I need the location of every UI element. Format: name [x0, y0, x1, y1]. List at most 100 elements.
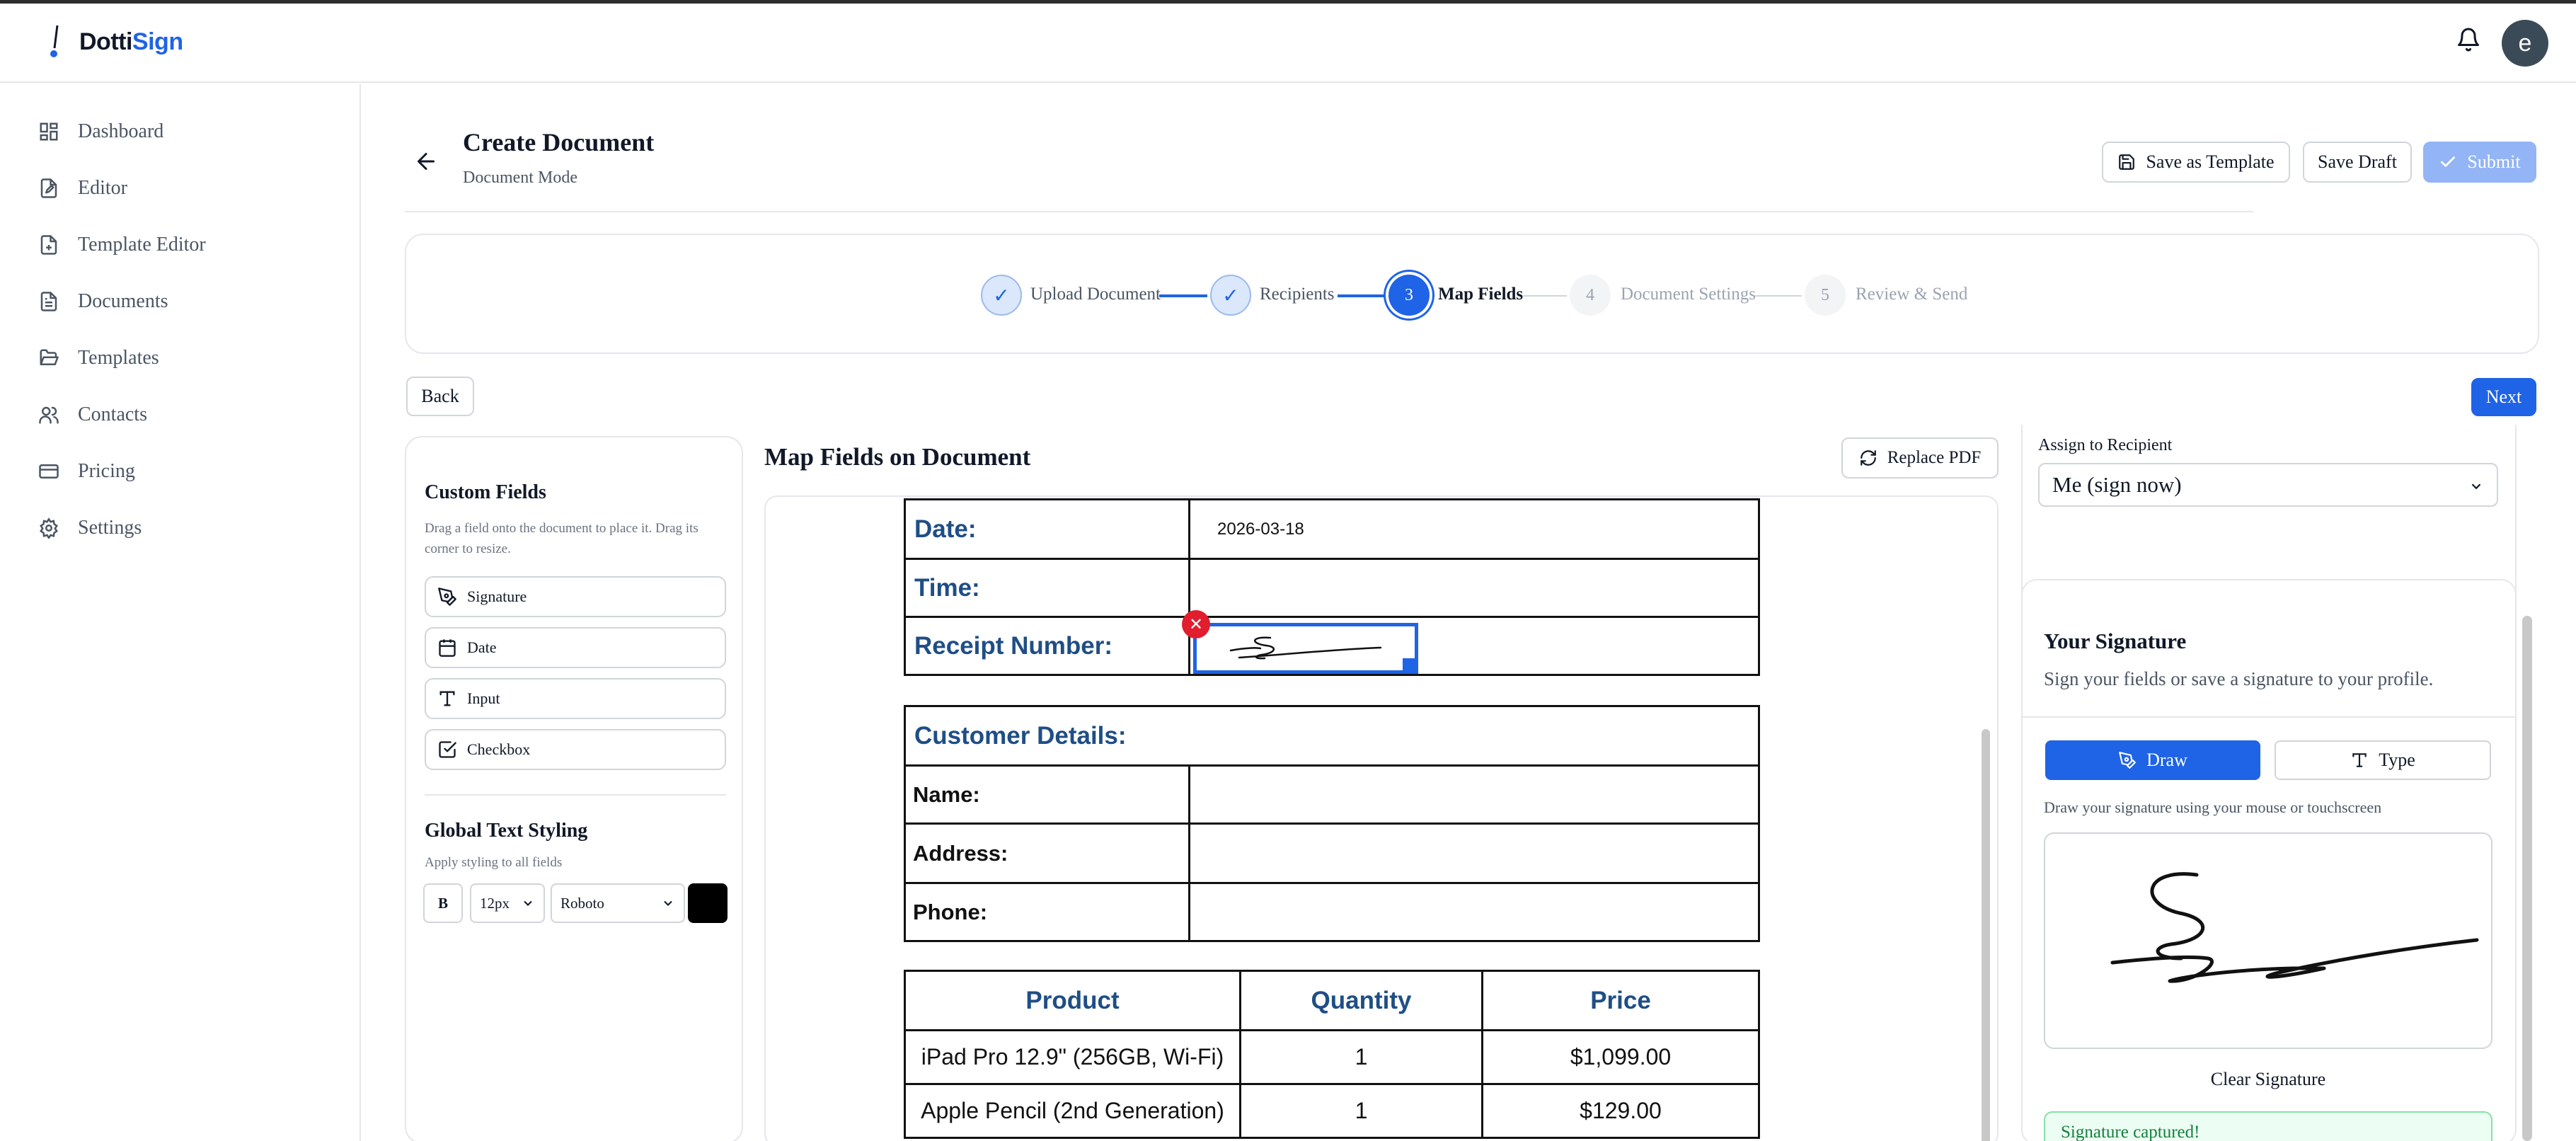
column-header-product: Product	[904, 970, 1241, 1031]
column-header-price: Price	[1481, 970, 1760, 1031]
assign-recipient-label: Assign to Recipient	[2038, 436, 2173, 454]
next-button[interactable]: Next	[2471, 378, 2536, 416]
save-as-template-button[interactable]: Save as Template	[2102, 142, 2290, 183]
step-connector	[1338, 294, 1386, 297]
step-5-circle[interactable]: 5	[1805, 275, 1846, 316]
name-label: Name:	[904, 764, 1190, 825]
drawn-signature-image	[2110, 872, 2479, 983]
assign-recipient-select[interactable]: Me (sign now)	[2038, 463, 2498, 507]
sidebar-item-settings[interactable]: Settings	[38, 510, 142, 546]
save-icon	[2119, 154, 2135, 170]
global-styling-hint: Apply styling to all fields	[425, 855, 563, 870]
resize-handle[interactable]	[1403, 658, 1415, 671]
chevron-down-icon	[2471, 483, 2481, 490]
header-divider	[405, 211, 2253, 212]
sidebar-item-pricing[interactable]: Pricing	[38, 454, 135, 489]
arrow-left-icon[interactable]	[413, 149, 439, 174]
panel-divider	[425, 794, 726, 796]
customer-details-table: Customer Details: Name: Address: Phone:	[904, 705, 1760, 942]
bold-toggle[interactable]: B	[423, 883, 463, 923]
step-3-label: Map Fields	[1438, 285, 1524, 304]
placed-signature-field[interactable]	[1193, 623, 1418, 674]
card-divider	[2023, 716, 2515, 718]
input-field-button[interactable]: Input	[425, 678, 726, 719]
sidebar-item-documents[interactable]: Documents	[38, 284, 168, 319]
grid-icon	[40, 122, 58, 141]
step-2-label: Recipients	[1260, 285, 1335, 304]
step-5-label: Review & Send	[1856, 285, 1968, 304]
your-signature-title: Your Signature	[2044, 629, 2187, 653]
clear-signature-button[interactable]: Clear Signature	[2166, 1069, 2371, 1090]
pen-nib-logo-icon	[50, 25, 59, 57]
signature-image	[1229, 636, 1382, 660]
table-row: iPad Pro 12.9" (256GB, Wi-Fi) 1 $1,099.0…	[904, 1029, 1760, 1085]
step-connector	[1755, 295, 1802, 297]
font-size-select[interactable]: 12px	[470, 883, 545, 923]
replace-pdf-button[interactable]: Replace PDF	[1841, 437, 1999, 478]
table-row: Apple Pencil (2nd Generation) 1 $129.00	[904, 1083, 1760, 1139]
sidebar-item-label: Pricing	[78, 460, 135, 482]
date-field-button[interactable]: Date	[425, 627, 726, 668]
name-value	[1188, 764, 1760, 825]
date-value: 2026-03-18	[1188, 498, 1760, 560]
pen-icon	[2119, 752, 2137, 769]
submit-button[interactable]: Submit	[2423, 142, 2536, 183]
sidebar: Dashboard Editor Template Editor Documen…	[0, 84, 361, 1141]
font-family-select[interactable]: Roboto	[551, 883, 685, 923]
text-type-icon	[439, 691, 455, 706]
custom-fields-title: Custom Fields	[425, 481, 546, 503]
sidebar-item-label: Dashboard	[78, 120, 164, 142]
sidebar-item-template-editor[interactable]: Template Editor	[38, 227, 206, 263]
step-1-circle[interactable]: ✓	[981, 275, 1022, 316]
text-color-swatch[interactable]	[688, 883, 728, 923]
sidebar-item-dashboard[interactable]: Dashboard	[38, 114, 163, 149]
pen-icon	[438, 587, 456, 606]
file-plus-icon	[40, 235, 57, 255]
check-icon	[2441, 156, 2456, 167]
calendar-icon	[439, 639, 456, 657]
custom-fields-panel: Custom Fields Drag a field onto the docu…	[405, 436, 743, 1141]
sidebar-item-contacts[interactable]: Contacts	[38, 397, 147, 432]
save-draft-button[interactable]: Save Draft	[2303, 142, 2412, 183]
step-4-circle[interactable]: 4	[1570, 275, 1611, 316]
step-4-label: Document Settings	[1621, 285, 1756, 304]
address-value	[1188, 822, 1760, 884]
sidebar-item-label: Documents	[78, 290, 168, 312]
sidebar-item-label: Contacts	[78, 403, 147, 425]
folder-open-icon	[40, 349, 59, 365]
address-label: Address:	[904, 822, 1190, 884]
your-signature-subtitle: Sign your fields or save a signature to …	[2044, 668, 2434, 689]
sidebar-item-label: Settings	[78, 517, 142, 539]
checkbox-field-button[interactable]: Checkbox	[425, 729, 726, 770]
document-scrollbar[interactable]	[1982, 729, 1990, 1141]
app-header	[0, 4, 2576, 83]
right-panel-scrollbar[interactable]	[2522, 616, 2532, 1141]
sidebar-item-templates[interactable]: Templates	[38, 340, 159, 376]
date-label: Date:	[904, 498, 1190, 560]
tab-draw[interactable]: Draw	[2045, 740, 2260, 780]
delete-field-button[interactable]: ✕	[1182, 610, 1210, 638]
chevron-down-icon	[664, 900, 672, 906]
bell-icon[interactable]	[2456, 27, 2481, 52]
close-icon: ✕	[1188, 614, 1204, 634]
refresh-icon	[1860, 450, 1876, 466]
signature-field-button[interactable]: Signature	[425, 576, 726, 617]
users-icon	[39, 406, 59, 424]
brand-logo[interactable]: DottiSign	[47, 24, 183, 59]
back-button[interactable]: Back	[406, 377, 474, 416]
stepper-card: ✓ Upload Document ✓ Recipients 3 Map Fie…	[405, 234, 2539, 354]
customer-details-header: Customer Details:	[904, 705, 1760, 767]
tab-type[interactable]: Type	[2275, 740, 2491, 780]
user-avatar[interactable]: e	[2502, 20, 2548, 67]
step-2-circle[interactable]: ✓	[1210, 275, 1251, 316]
sidebar-item-label: Templates	[78, 347, 159, 369]
credit-card-icon	[39, 464, 59, 478]
time-value	[1188, 558, 1760, 618]
step-1-label: Upload Document	[1030, 285, 1161, 304]
signature-canvas[interactable]	[2044, 832, 2492, 1049]
step-3-circle[interactable]: 3	[1388, 275, 1430, 316]
phone-value	[1188, 882, 1760, 942]
sidebar-item-editor[interactable]: Editor	[38, 171, 127, 206]
products-table: Product Quantity Price iPad Pro 12.9" (2…	[904, 970, 1760, 1139]
step-connector	[1159, 294, 1207, 297]
